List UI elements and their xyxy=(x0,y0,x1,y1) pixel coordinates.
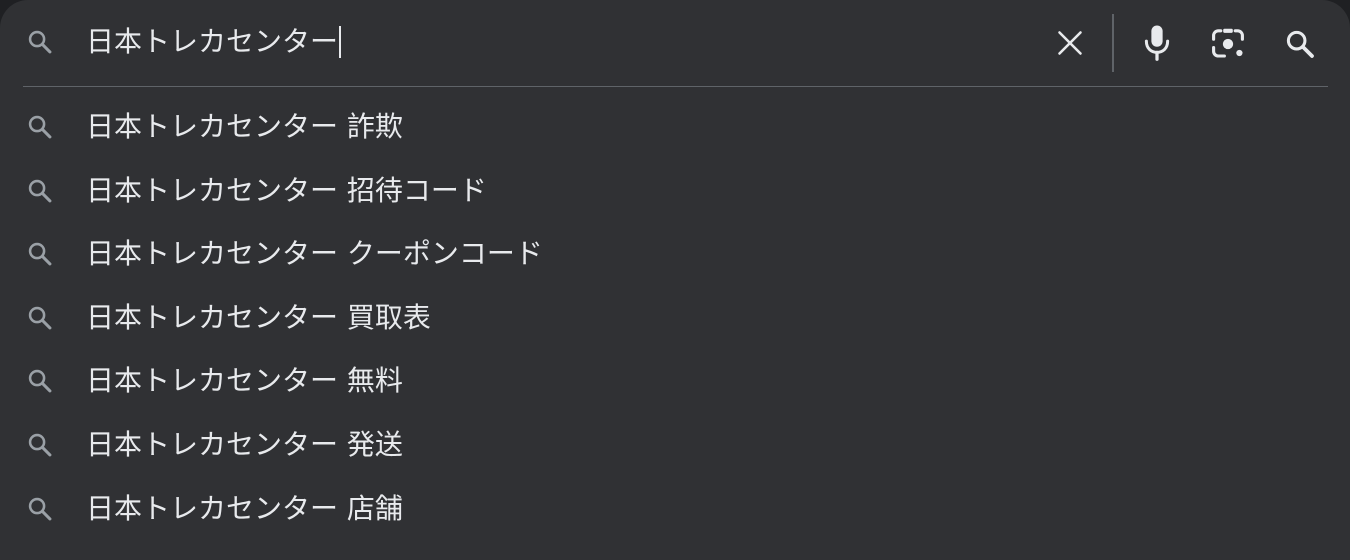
suggestion-item[interactable]: 日本トレカセンター 詐欺 xyxy=(0,95,1350,159)
clear-button[interactable] xyxy=(1050,23,1090,63)
search-icon xyxy=(24,175,56,207)
search-icon xyxy=(24,493,56,525)
search-input[interactable]: 日本トレカセンター xyxy=(86,22,1026,62)
search-icon xyxy=(24,302,56,334)
voice-search-button[interactable] xyxy=(1136,21,1178,65)
image-search-button[interactable] xyxy=(1206,22,1250,66)
search-submit-button[interactable] xyxy=(1278,22,1322,66)
divider xyxy=(23,86,1328,87)
camera-lens-icon xyxy=(1212,28,1244,58)
suggestion-text: 日本トレカセンター 無料 xyxy=(86,364,403,398)
suggestion-text: 日本トレカセンター クーポンコード xyxy=(86,237,543,271)
search-icon xyxy=(1286,30,1314,58)
close-icon xyxy=(1058,31,1082,55)
suggestion-text: 日本トレカセンター 買取表 xyxy=(86,300,431,334)
suggestion-item[interactable]: 日本トレカセンター 招待コード xyxy=(0,159,1350,223)
suggestion-list: 日本トレカセンター 詐欺 日本トレカセンター 招待コード 日本トレカセンター ク… xyxy=(0,95,1350,540)
suggestion-item[interactable]: 日本トレカセンター 無料 xyxy=(0,349,1350,413)
search-icon xyxy=(24,111,56,143)
suggestion-text: 日本トレカセンター 発送 xyxy=(86,427,403,461)
search-bar: 日本トレカセンター xyxy=(0,0,1350,86)
search-icon xyxy=(24,238,56,270)
search-icon xyxy=(24,365,56,397)
search-suggestions-panel: 日本トレカセンター 日本トレカセンター 詐欺 日本トレカセンター 招待コード 日… xyxy=(0,0,1350,560)
search-icon xyxy=(24,429,56,461)
suggestion-text: 日本トレカセンター 詐欺 xyxy=(86,110,403,143)
microphone-icon xyxy=(1144,25,1170,61)
search-icon xyxy=(24,26,56,58)
suggestion-text: 日本トレカセンター 招待コード xyxy=(86,173,487,207)
suggestion-item[interactable]: 日本トレカセンター クーポンコード xyxy=(0,222,1350,286)
search-query-text: 日本トレカセンター xyxy=(86,25,339,58)
text-cursor xyxy=(339,26,342,58)
toolbar-divider xyxy=(1112,14,1114,72)
suggestion-item[interactable]: 日本トレカセンター 店舗 xyxy=(0,477,1350,541)
suggestion-text: 日本トレカセンター 店舗 xyxy=(86,491,403,525)
suggestion-item[interactable]: 日本トレカセンター 買取表 xyxy=(0,286,1350,350)
suggestion-item[interactable]: 日本トレカセンター 発送 xyxy=(0,413,1350,477)
